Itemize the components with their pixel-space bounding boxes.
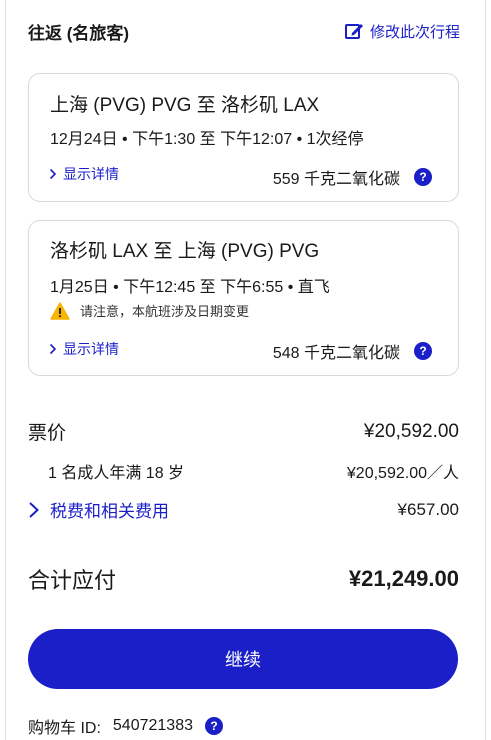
- fare-amount: ¥20,592.00: [363, 420, 459, 442]
- chevron-right-icon: [49, 343, 57, 355]
- trip-header: 往返 (名旅客) 修改此次行程: [28, 18, 460, 44]
- taxes-amount: ¥657.00: [397, 499, 459, 519]
- flight-card-return: 洛杉矶 LAX 至 上海 (PVG) PVG 1月25日 • 下午12:45 至…: [28, 220, 459, 376]
- taxes-label: 税费和相关费用: [50, 502, 169, 521]
- cart-id: 购物车 ID: 540721383 ?: [28, 714, 223, 738]
- taxes-toggle[interactable]: 税费和相关费用: [28, 497, 169, 522]
- trip-title: 往返 (名旅客): [28, 23, 130, 43]
- show-details-link[interactable]: 显示详情: [49, 339, 119, 359]
- question-icon[interactable]: ?: [205, 717, 223, 735]
- flight-times: 12月24日 • 下午1:30 至 下午12:07 • 1次经停: [50, 131, 364, 148]
- carbon-emission: 548 千克二氧化碳 ?: [273, 339, 432, 363]
- show-details-link[interactable]: 显示详情: [49, 164, 119, 184]
- fare-row: 票价 ¥20,592.00: [28, 418, 459, 445]
- flight-times: 1月25日 • 下午12:45 至 下午6:55 • 直飞: [50, 279, 330, 296]
- warning-icon: [50, 301, 70, 320]
- notice-text: 请注意，本航班涉及日期变更: [80, 304, 250, 319]
- adult-fare-row: 1 名成人年满 18 岁 ¥20,592.00／人: [28, 459, 459, 483]
- carbon-value: 559 千克二氧化碳: [272, 171, 400, 188]
- show-details-label: 显示详情: [63, 341, 119, 357]
- cart-label: 购物车 ID:: [28, 720, 101, 737]
- cart-id-value: 540721383: [112, 717, 193, 734]
- show-details-label: 显示详情: [63, 166, 119, 182]
- edit-trip-link[interactable]: 修改此次行程: [344, 21, 460, 42]
- taxes-row: 税费和相关费用 ¥657.00: [28, 497, 459, 522]
- fare-label: 票价: [28, 423, 67, 444]
- carbon-emission: 559 千克二氧化碳 ?: [273, 165, 432, 189]
- flight-route: 上海 (PVG) PVG 至 洛杉矶 LAX: [50, 95, 320, 116]
- total-amount: ¥21,249.00: [348, 566, 459, 591]
- adult-amount: ¥20,592.00／人: [346, 465, 459, 482]
- edit-icon: [344, 24, 363, 39]
- question-icon[interactable]: ?: [414, 342, 432, 360]
- question-icon[interactable]: ?: [414, 168, 432, 186]
- date-change-notice: 请注意，本航班涉及日期变更: [50, 301, 249, 320]
- flight-route: 洛杉矶 LAX 至 上海 (PVG) PVG: [50, 241, 320, 262]
- total-row: 合计应付 ¥21,249.00: [28, 563, 459, 595]
- chevron-right-icon: [29, 501, 39, 518]
- continue-button[interactable]: 继续: [28, 629, 458, 689]
- flight-card-outbound: 上海 (PVG) PVG 至 洛杉矶 LAX 12月24日 • 下午1:30 至…: [28, 73, 459, 202]
- carbon-value: 548 千克二氧化碳: [272, 345, 400, 362]
- total-label: 合计应付: [28, 568, 117, 593]
- edit-trip-label: 修改此次行程: [369, 23, 460, 41]
- chevron-right-icon: [49, 168, 57, 180]
- adult-label: 1 名成人年满 18 岁: [48, 465, 185, 482]
